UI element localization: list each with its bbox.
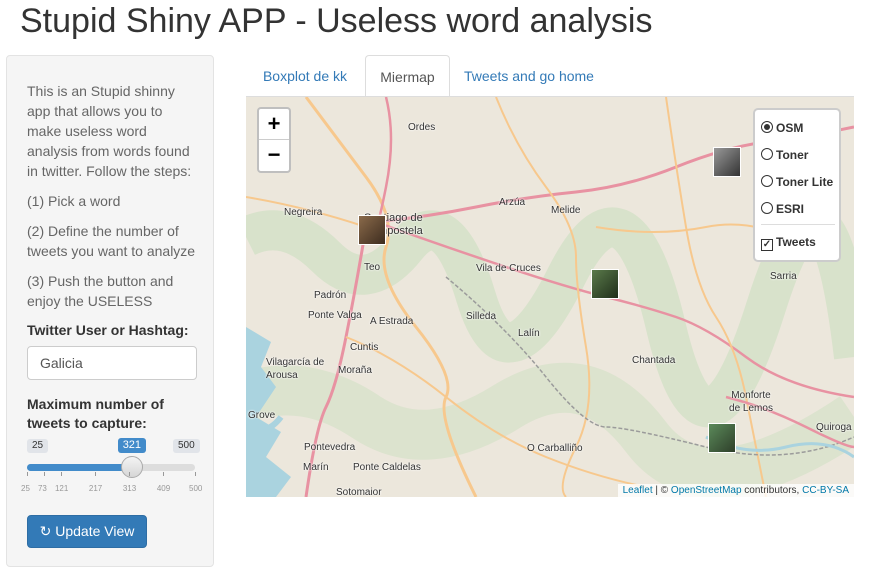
attribution-sep: | © (652, 485, 671, 496)
tweet-marker-avatar[interactable] (358, 215, 386, 245)
max-tweets-label: Maximum number of tweets to capture: (27, 396, 164, 431)
app-title: Stupid Shiny APP - Useless word analysis (20, 2, 653, 40)
slider-tick (195, 472, 196, 476)
layer-esri[interactable]: ESRI (761, 201, 804, 217)
slider-tick (27, 472, 28, 476)
tab-boxplot[interactable]: Boxplot de kk (246, 55, 364, 97)
map-place-label: Sarria (770, 271, 797, 282)
layer-esri-label: ESRI (776, 202, 805, 216)
refresh-icon: ↻ (39, 523, 52, 539)
slider-tick (162, 472, 164, 476)
layer-tweets[interactable]: ✓ Tweets (761, 234, 816, 251)
layer-separator (761, 224, 835, 225)
slider-tick-label: 121 (54, 484, 69, 493)
zoom-out-button[interactable]: − (259, 140, 289, 170)
map-place-label: O Carballiño (527, 443, 583, 454)
tweet-marker-avatar[interactable] (708, 423, 736, 453)
slider-tick (128, 472, 130, 476)
zoom-control: + − (257, 107, 291, 173)
checkbox-icon[interactable]: ✓ (761, 239, 773, 251)
update-view-label: Update View (55, 523, 135, 539)
slider-tick (94, 472, 96, 476)
map-place-label: Quiroga (816, 422, 852, 433)
radio-icon[interactable] (761, 121, 773, 133)
osm-link[interactable]: OpenStreetMap (671, 485, 742, 496)
map-place-label: Grove (248, 410, 276, 421)
tab-miermap[interactable]: Miermap (365, 55, 450, 97)
slider-value-label: 321 (117, 438, 147, 453)
map-place-label: Melide (551, 205, 581, 216)
map-place-label: Silleda (466, 311, 497, 322)
update-view-button[interactable]: ↻ Update View (27, 515, 147, 548)
slider-max-label: 500 (173, 439, 200, 453)
layer-toner-lite[interactable]: Toner Lite (761, 174, 833, 190)
map-place-label: Teo (364, 262, 381, 273)
map-place-label: Pontevedra (304, 442, 356, 453)
sidebar-panel: This is an Stupid shinny app that allows… (6, 55, 214, 567)
radio-icon[interactable] (761, 202, 773, 214)
map-place-label: Negreira (284, 207, 323, 218)
layer-osm[interactable]: OSM (761, 120, 803, 136)
layer-control: OSM Toner Toner Lite ESRI ✓ Tweets (753, 108, 841, 262)
map-place-label: Padrón (314, 290, 347, 301)
slider-tick (60, 472, 62, 476)
map-place-label: Cuntis (350, 342, 379, 353)
slider-tick-label: 217 (88, 484, 103, 493)
map-place-label: Arzúa (499, 197, 526, 208)
layer-toner-lite-label: Toner Lite (776, 175, 834, 189)
slider-tick-label: 313 (122, 484, 137, 493)
layer-tweets-label: Tweets (776, 235, 816, 249)
slider-fill (27, 464, 132, 471)
layer-toner[interactable]: Toner (761, 147, 808, 163)
tab-bar: Boxplot de kk Miermap Tweets and go home (246, 55, 854, 97)
map-place-label: Moraña (338, 365, 372, 376)
tweet-marker-avatar[interactable] (591, 269, 619, 299)
map-place-label: Monforte de Lemos (729, 390, 773, 414)
map-place-label: Lalín (518, 328, 540, 339)
step-2-text: (2) Define the number of tweets you want… (27, 223, 196, 259)
slider-tick-label: 409 (156, 484, 171, 493)
attribution-contrib: contributors, (741, 485, 803, 496)
radio-icon[interactable] (761, 175, 773, 187)
slider-tick-label: 500 (189, 484, 203, 493)
map-view[interactable]: Ordes Negreira Santiago de Compostela Arzúa… (246, 97, 854, 497)
slider-tick-label: 73 (37, 484, 47, 493)
map-place-label: Ponte Caldelas (353, 462, 421, 473)
step-1-text: (1) Pick a word (27, 193, 121, 209)
slider-min-label: 25 (27, 439, 49, 453)
intro-text: This is an Stupid shinny app that allows… (27, 83, 192, 179)
map-attribution: Leaflet | © OpenStreetMap contributors, … (617, 484, 854, 497)
map-place-label: A Estrada (370, 316, 414, 327)
radio-icon[interactable] (761, 148, 773, 160)
map-place-label: Vilagarcía de Arousa (266, 357, 325, 381)
user-hashtag-label: Twitter User or Hashtag: (27, 322, 189, 338)
zoom-in-button[interactable]: + (259, 109, 289, 140)
map-place-label: Sotomaior (336, 487, 382, 497)
map-place-label: Vila de Cruces (476, 263, 541, 274)
map-place-label: Ordes (408, 122, 436, 133)
step-3-text: (3) Push the button and enjoy the USELES… (27, 273, 174, 309)
tab-tweets[interactable]: Tweets and go home (454, 55, 604, 97)
map-place-label: Ponte Valga (308, 310, 362, 321)
map-place-label: Chantada (632, 355, 676, 366)
license-link[interactable]: CC-BY-SA (802, 485, 849, 496)
slider-track[interactable] (27, 464, 195, 471)
slider-tick (43, 472, 45, 476)
layer-toner-label: Toner (776, 148, 809, 162)
map-place-label: Marín (303, 462, 329, 473)
layer-osm-label: OSM (776, 121, 804, 135)
tweet-marker-avatar[interactable] (713, 147, 741, 177)
leaflet-link[interactable]: Leaflet (623, 485, 653, 496)
user-hashtag-input[interactable]: Galicia (27, 346, 197, 380)
slider-ticks (27, 472, 197, 482)
slider-tick-label: 25 (21, 484, 30, 493)
